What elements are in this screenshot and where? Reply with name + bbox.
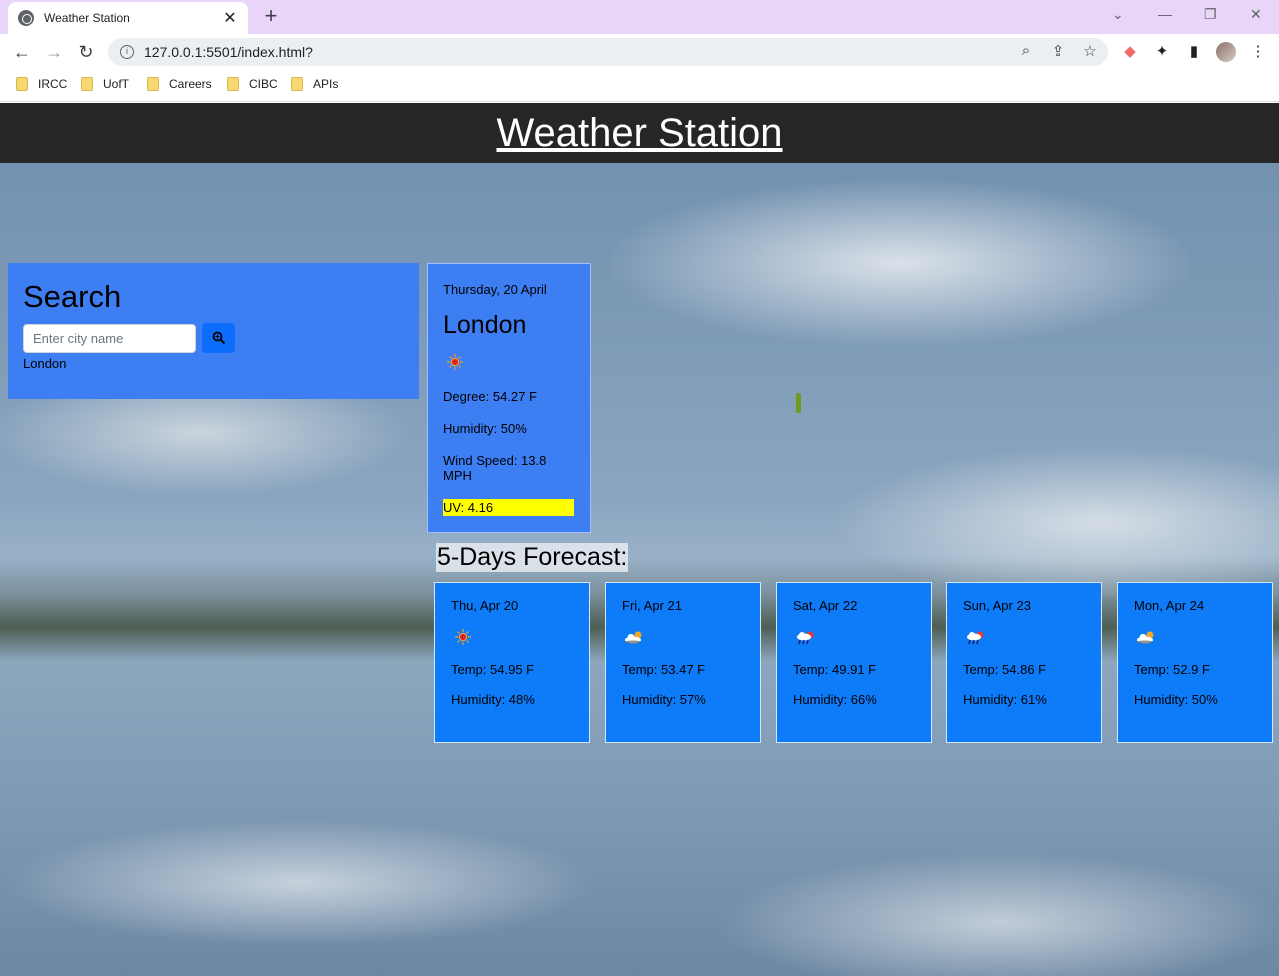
- search-panel: Search London: [8, 263, 419, 399]
- close-window-icon[interactable]: ✕: [1250, 6, 1262, 23]
- forecast-date: Sat, Apr 22: [793, 598, 858, 613]
- close-tab-icon[interactable]: ✕: [222, 8, 238, 28]
- current-weather-card: Thursday, 20 April London Degree: 54.27 …: [427, 263, 591, 533]
- page-title: Weather Station: [496, 111, 783, 155]
- folder-icon: [16, 77, 28, 91]
- current-wind-speed: Wind Speed: 13.8 MPH: [443, 453, 547, 483]
- forecast-temp: Temp: 54.86 F: [963, 662, 1047, 677]
- profile-avatar[interactable]: [1216, 42, 1236, 62]
- menu-icon[interactable]: ⋮: [1248, 42, 1268, 60]
- bookmark-label: CIBC: [249, 77, 278, 91]
- bookmarks-bar: IRCC UofT Careers CIBC APIs: [0, 70, 1279, 102]
- forecast-temp: Temp: 54.95 F: [451, 662, 535, 677]
- forward-icon[interactable]: →: [42, 40, 66, 64]
- forecast-card-4: Sun, Apr 23 Temp: 54.86 F Humidity: 61%: [946, 582, 1102, 743]
- bookmark-careers[interactable]: Careers: [147, 77, 212, 91]
- site-info-icon[interactable]: i: [120, 45, 134, 59]
- sun-icon: [443, 352, 575, 372]
- url-text: 127.0.0.1:5501/index.html?: [144, 44, 313, 60]
- tab-search-icon[interactable]: ⌄: [1112, 6, 1124, 23]
- decorative-marker: [796, 393, 801, 413]
- forecast-card-2: Fri, Apr 21 Temp: 53.47 F Humidity: 57%: [605, 582, 761, 743]
- forecast-temp: Temp: 49.91 F: [793, 662, 877, 677]
- site-header: Weather Station: [0, 103, 1279, 163]
- forecast-temp: Temp: 52.9 F: [1134, 662, 1210, 677]
- reload-icon[interactable]: ↻: [74, 40, 98, 64]
- bookmark-star-icon[interactable]: ☆: [1080, 42, 1100, 60]
- browser-tab-strip: Weather Station ✕ + ⌄ — ❐ ✕: [0, 0, 1279, 34]
- restore-icon[interactable]: ❐: [1204, 6, 1217, 23]
- puzzle-icon[interactable]: ✦: [1152, 42, 1172, 60]
- forecast-card-3: Sat, Apr 22 Temp: 49.91 F Humidity: 66%: [776, 582, 932, 743]
- search-title: Search: [23, 279, 122, 314]
- bookmark-apis[interactable]: APIs: [291, 77, 338, 91]
- bookmark-label: Careers: [169, 77, 212, 91]
- share-icon[interactable]: ⇪: [1048, 42, 1068, 60]
- bookmark-ircc[interactable]: IRCC: [16, 77, 67, 91]
- folder-icon: [227, 77, 239, 91]
- forecast-date: Fri, Apr 21: [622, 598, 682, 613]
- browser-tab[interactable]: Weather Station ✕: [8, 2, 248, 34]
- current-humidity: Humidity: 50%: [443, 421, 527, 436]
- folder-icon: [291, 77, 303, 91]
- folder-icon: [81, 77, 93, 91]
- search-button[interactable]: [202, 323, 235, 353]
- forecast-card-5: Mon, Apr 24 Temp: 52.9 F Humidity: 50%: [1117, 582, 1273, 743]
- forecast-date: Sun, Apr 23: [963, 598, 1031, 613]
- city-search-input[interactable]: [23, 323, 196, 353]
- cloud-rain-sun-icon: [793, 627, 915, 647]
- extension-icon[interactable]: ◆: [1120, 42, 1140, 60]
- bookmark-label: UofT: [103, 77, 130, 91]
- tab-title: Weather Station: [44, 11, 130, 25]
- forecast-humidity: Humidity: 57%: [622, 692, 706, 707]
- globe-icon: [18, 10, 34, 26]
- forecast-humidity: Humidity: 48%: [451, 692, 535, 707]
- side-panel-icon[interactable]: ▮: [1184, 42, 1204, 60]
- bookmark-cibc[interactable]: CIBC: [227, 77, 278, 91]
- bookmark-label: APIs: [313, 77, 339, 91]
- forecast-humidity: Humidity: 50%: [1134, 692, 1218, 707]
- address-bar[interactable]: i 127.0.0.1:5501/index.html?: [108, 38, 1108, 66]
- forecast-title: 5-Days Forecast:: [436, 543, 629, 572]
- search-row: [23, 323, 404, 353]
- folder-icon: [147, 77, 159, 91]
- page-background: Weather Station Search London Thursday, …: [0, 103, 1279, 976]
- search-icon: [212, 331, 225, 345]
- sun-icon: [451, 627, 573, 647]
- cloud-sun-icon: [1134, 627, 1256, 647]
- current-degree: Degree: 54.27 F: [443, 389, 537, 404]
- cloud-rain-sun-icon: [963, 627, 1085, 647]
- forecast-card-1: Thu, Apr 20 Temp: 54.95 F Humidity: 48%: [434, 582, 590, 743]
- new-tab-icon[interactable]: +: [260, 5, 282, 27]
- minimize-icon[interactable]: —: [1158, 6, 1172, 22]
- bookmark-label: IRCC: [38, 77, 68, 91]
- forecast-humidity: Humidity: 66%: [793, 692, 877, 707]
- forecast-humidity: Humidity: 61%: [963, 692, 1047, 707]
- current-city: London: [443, 311, 527, 339]
- zoom-icon[interactable]: ⌕: [1016, 42, 1036, 59]
- uv-index-badge: UV: 4.16: [443, 499, 574, 516]
- cloud-sun-icon: [622, 627, 744, 647]
- browser-toolbar: ← → ↻ i 127.0.0.1:5501/index.html? ⌕ ⇪ ☆…: [0, 34, 1279, 70]
- back-icon[interactable]: ←: [10, 40, 34, 64]
- history-item-london[interactable]: London: [23, 356, 404, 371]
- forecast-date: Thu, Apr 20: [451, 598, 519, 613]
- current-date: Thursday, 20 April: [443, 282, 547, 297]
- forecast-date: Mon, Apr 24: [1134, 598, 1205, 613]
- forecast-temp: Temp: 53.47 F: [622, 662, 706, 677]
- bookmark-uoft[interactable]: UofT: [81, 77, 129, 91]
